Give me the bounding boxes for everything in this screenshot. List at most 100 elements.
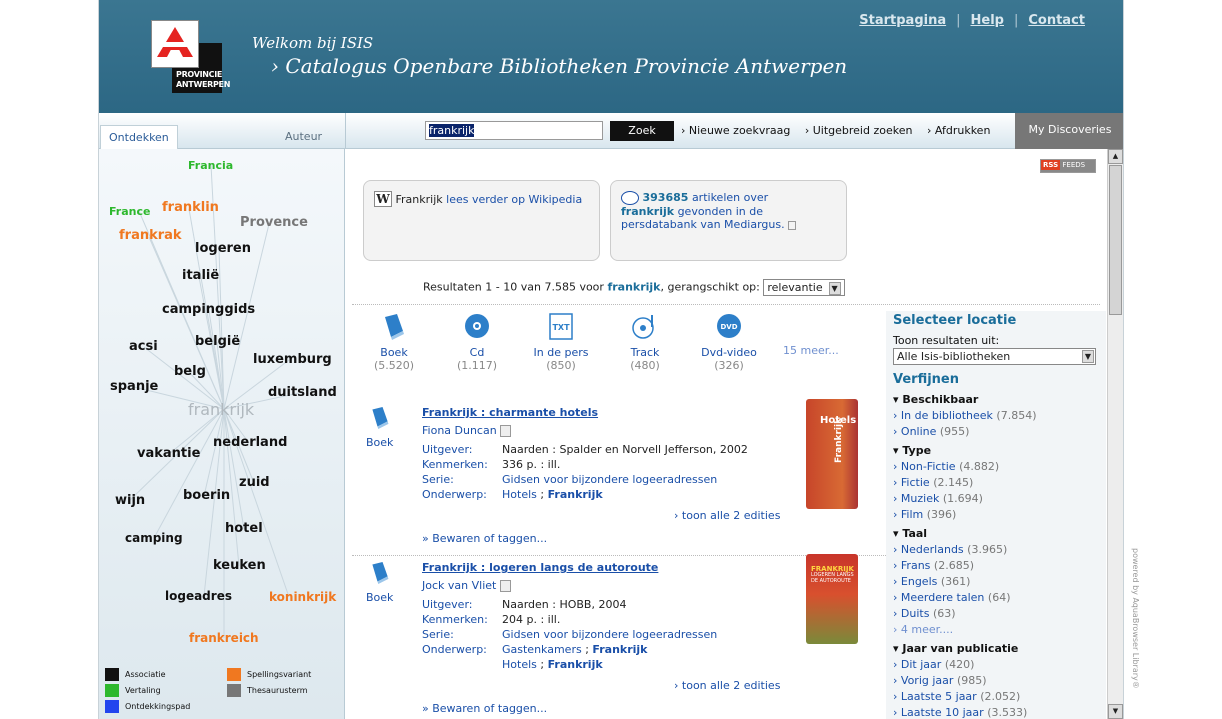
scroll-thumb[interactable] (1109, 165, 1122, 315)
result-author[interactable]: Jock van Vliet (422, 578, 511, 593)
site-header: PROVINCIE ANTWERPEN Welkom bij ISIS › Ca… (99, 0, 1123, 113)
facet-item[interactable]: › Laatste 10 jaar (3.533) (893, 706, 1027, 719)
tab-ontdekken[interactable]: Ontdekken (100, 125, 178, 149)
facet-item[interactable]: › Nederlands (3.965) (893, 543, 1007, 556)
afdrukken-link[interactable]: › Afdrukken (927, 124, 990, 137)
subject-link[interactable]: Frankrijk (592, 643, 647, 656)
facet-group-title[interactable]: ▾ Taal (893, 527, 927, 540)
facet-item[interactable]: › Engels (361) (893, 575, 970, 588)
cloud-word[interactable]: spanje (110, 379, 158, 394)
subject-link[interactable]: Gastenkamers (502, 643, 582, 656)
facet-item[interactable]: › Fictie (2.145) (893, 476, 973, 489)
result-title[interactable]: Frankrijk : charmante hotels (422, 405, 598, 420)
facet-group-title[interactable]: ▾ Type (893, 444, 931, 457)
cloud-word[interactable]: koninkrijk (269, 590, 336, 604)
subject-link[interactable]: Frankrijk (548, 658, 603, 671)
book-cover[interactable]: FRANKRIJK LOGEREN LANGS DE AUTOROUTE (806, 554, 858, 644)
search-input[interactable]: frankrijk (425, 121, 603, 140)
all-editions-link[interactable]: › toon alle 2 edities (674, 508, 780, 523)
cloud-word[interactable]: vakantie (137, 446, 200, 461)
legend-label: Thesaurusterm (247, 686, 308, 695)
cloud-word[interactable]: boerin (183, 488, 230, 503)
scroll-up-icon[interactable]: ▲ (1108, 149, 1123, 164)
cloud-word[interactable]: France (109, 205, 150, 218)
facet-item[interactable]: › Duits (63) (893, 607, 956, 620)
series-link[interactable]: Gidsen voor bijzondere logeeradressen (502, 628, 717, 641)
facet-item[interactable]: › Online (955) (893, 425, 969, 438)
cloud-word[interactable]: hotel (225, 521, 263, 536)
subject-link[interactable]: Hotels (502, 488, 537, 501)
facet-item[interactable]: › In de bibliotheek (7.854) (893, 409, 1037, 422)
result-type[interactable]: Boek (366, 405, 393, 450)
facet-item[interactable]: › Muziek (1.694) (893, 492, 983, 505)
cloud-word[interactable]: campinggids (162, 302, 255, 317)
all-editions-link[interactable]: › toon alle 2 edities (674, 678, 780, 693)
cloud-word[interactable]: belg (174, 364, 206, 379)
save-or-tag-link[interactable]: » Bewaren of taggen... (422, 531, 547, 546)
cloud-word[interactable]: camping (125, 531, 183, 545)
facet-item[interactable]: › Film (396) (893, 508, 956, 521)
sort-select[interactable]: relevantie ▼ (763, 279, 845, 296)
help-link[interactable]: Help (971, 13, 1004, 28)
cloud-word[interactable]: Provence (240, 215, 308, 230)
facet-item[interactable]: › Laatste 5 jaar (2.052) (893, 690, 1020, 703)
cloud-word[interactable]: Francia (188, 159, 233, 172)
facet-item[interactable]: › Meerdere talen (64) (893, 591, 1011, 604)
cloud-word[interactable]: belgië (195, 334, 240, 349)
cloud-center-term[interactable]: frankrijk (188, 400, 254, 419)
result-title[interactable]: Frankrijk : logeren langs de autoroute (422, 560, 658, 575)
subject-link[interactable]: Hotels (502, 658, 537, 671)
tab-auteur[interactable]: Auteur (285, 130, 322, 143)
press-text[interactable]: artikelen over (692, 191, 768, 204)
startpagina-link[interactable]: Startpagina (859, 13, 946, 28)
cloud-word[interactable]: keuken (213, 558, 266, 573)
result-author[interactable]: Fiona Duncan (422, 423, 512, 438)
rss-feeds-button[interactable]: RSS FEEDS (1040, 159, 1096, 173)
press-term[interactable]: frankrijk (621, 205, 674, 218)
book-cover[interactable]: Hotels Frankrijk (806, 399, 858, 509)
contact-link[interactable]: Contact (1028, 13, 1085, 28)
format-track[interactable]: Track (480) (615, 313, 675, 372)
cloud-word[interactable]: nederland (213, 435, 287, 450)
cloud-word[interactable]: luxemburg (253, 352, 332, 367)
press-count[interactable]: 393685 (643, 191, 689, 204)
cloud-word[interactable]: duitsland (268, 385, 337, 400)
zoek-button[interactable]: Zoek (610, 121, 674, 141)
cloud-word[interactable]: zuid (239, 475, 270, 490)
result-type[interactable]: Boek (366, 560, 393, 605)
wikipedia-link[interactable]: lees verder op Wikipedia (446, 193, 582, 206)
uitgebreid-zoeken-link[interactable]: › Uitgebreid zoeken (805, 124, 913, 137)
format-dvd-video[interactable]: DVD Dvd-video (326) (699, 313, 759, 372)
series-link[interactable]: Gidsen voor bijzondere logeeradressen (502, 473, 717, 486)
facet-item[interactable]: › Dit jaar (420) (893, 658, 974, 671)
facet-item[interactable]: › Frans (2.685) (893, 559, 974, 572)
format-cd[interactable]: Cd (1.117) (447, 313, 507, 372)
scrollbar[interactable]: ▲ ▼ (1107, 149, 1123, 719)
cloud-word[interactable]: acsi (129, 339, 158, 354)
save-or-tag-link[interactable]: » Bewaren of taggen... (422, 701, 547, 716)
facet-item[interactable]: › Non-Fictie (4.882) (893, 460, 999, 473)
facet-group-title[interactable]: ▾ Jaar van publicatie (893, 642, 1018, 655)
my-discoveries-tab[interactable]: My Discoveries (1015, 113, 1123, 149)
cloud-word[interactable]: franklin (162, 200, 219, 215)
svg-text:TXT: TXT (552, 323, 570, 332)
facet-more-link[interactable]: › 4 meer.... (893, 623, 953, 636)
facet-group-title[interactable]: ▾ Beschikbaar (893, 393, 978, 406)
features-value: 336 p. : ill. (502, 458, 561, 471)
location-select[interactable]: Alle Isis-bibliotheken ▼ (893, 348, 1096, 365)
nieuwe-zoekvraag-link[interactable]: › Nieuwe zoekvraag (681, 124, 790, 137)
location-value: Alle Isis-bibliotheken (897, 350, 1011, 363)
cloud-word[interactable]: frankrak (119, 228, 182, 243)
cloud-word[interactable]: wijn (115, 493, 145, 508)
more-formats-link[interactable]: 15 meer... (783, 344, 839, 357)
cloud-word[interactable]: logeren (195, 241, 251, 256)
subject-link[interactable]: Frankrijk (548, 488, 603, 501)
facet-item[interactable]: › Vorig jaar (985) (893, 674, 987, 687)
format-in-de-pers[interactable]: TXT In de pers (850) (531, 313, 591, 372)
format-label: Cd (469, 346, 485, 359)
scroll-down-icon[interactable]: ▼ (1108, 704, 1123, 719)
cloud-word[interactable]: frankreich (189, 631, 259, 645)
format-boek[interactable]: Boek (5.520) (364, 313, 424, 372)
cloud-word[interactable]: logeadres (165, 589, 232, 603)
cloud-word[interactable]: italië (182, 268, 219, 283)
